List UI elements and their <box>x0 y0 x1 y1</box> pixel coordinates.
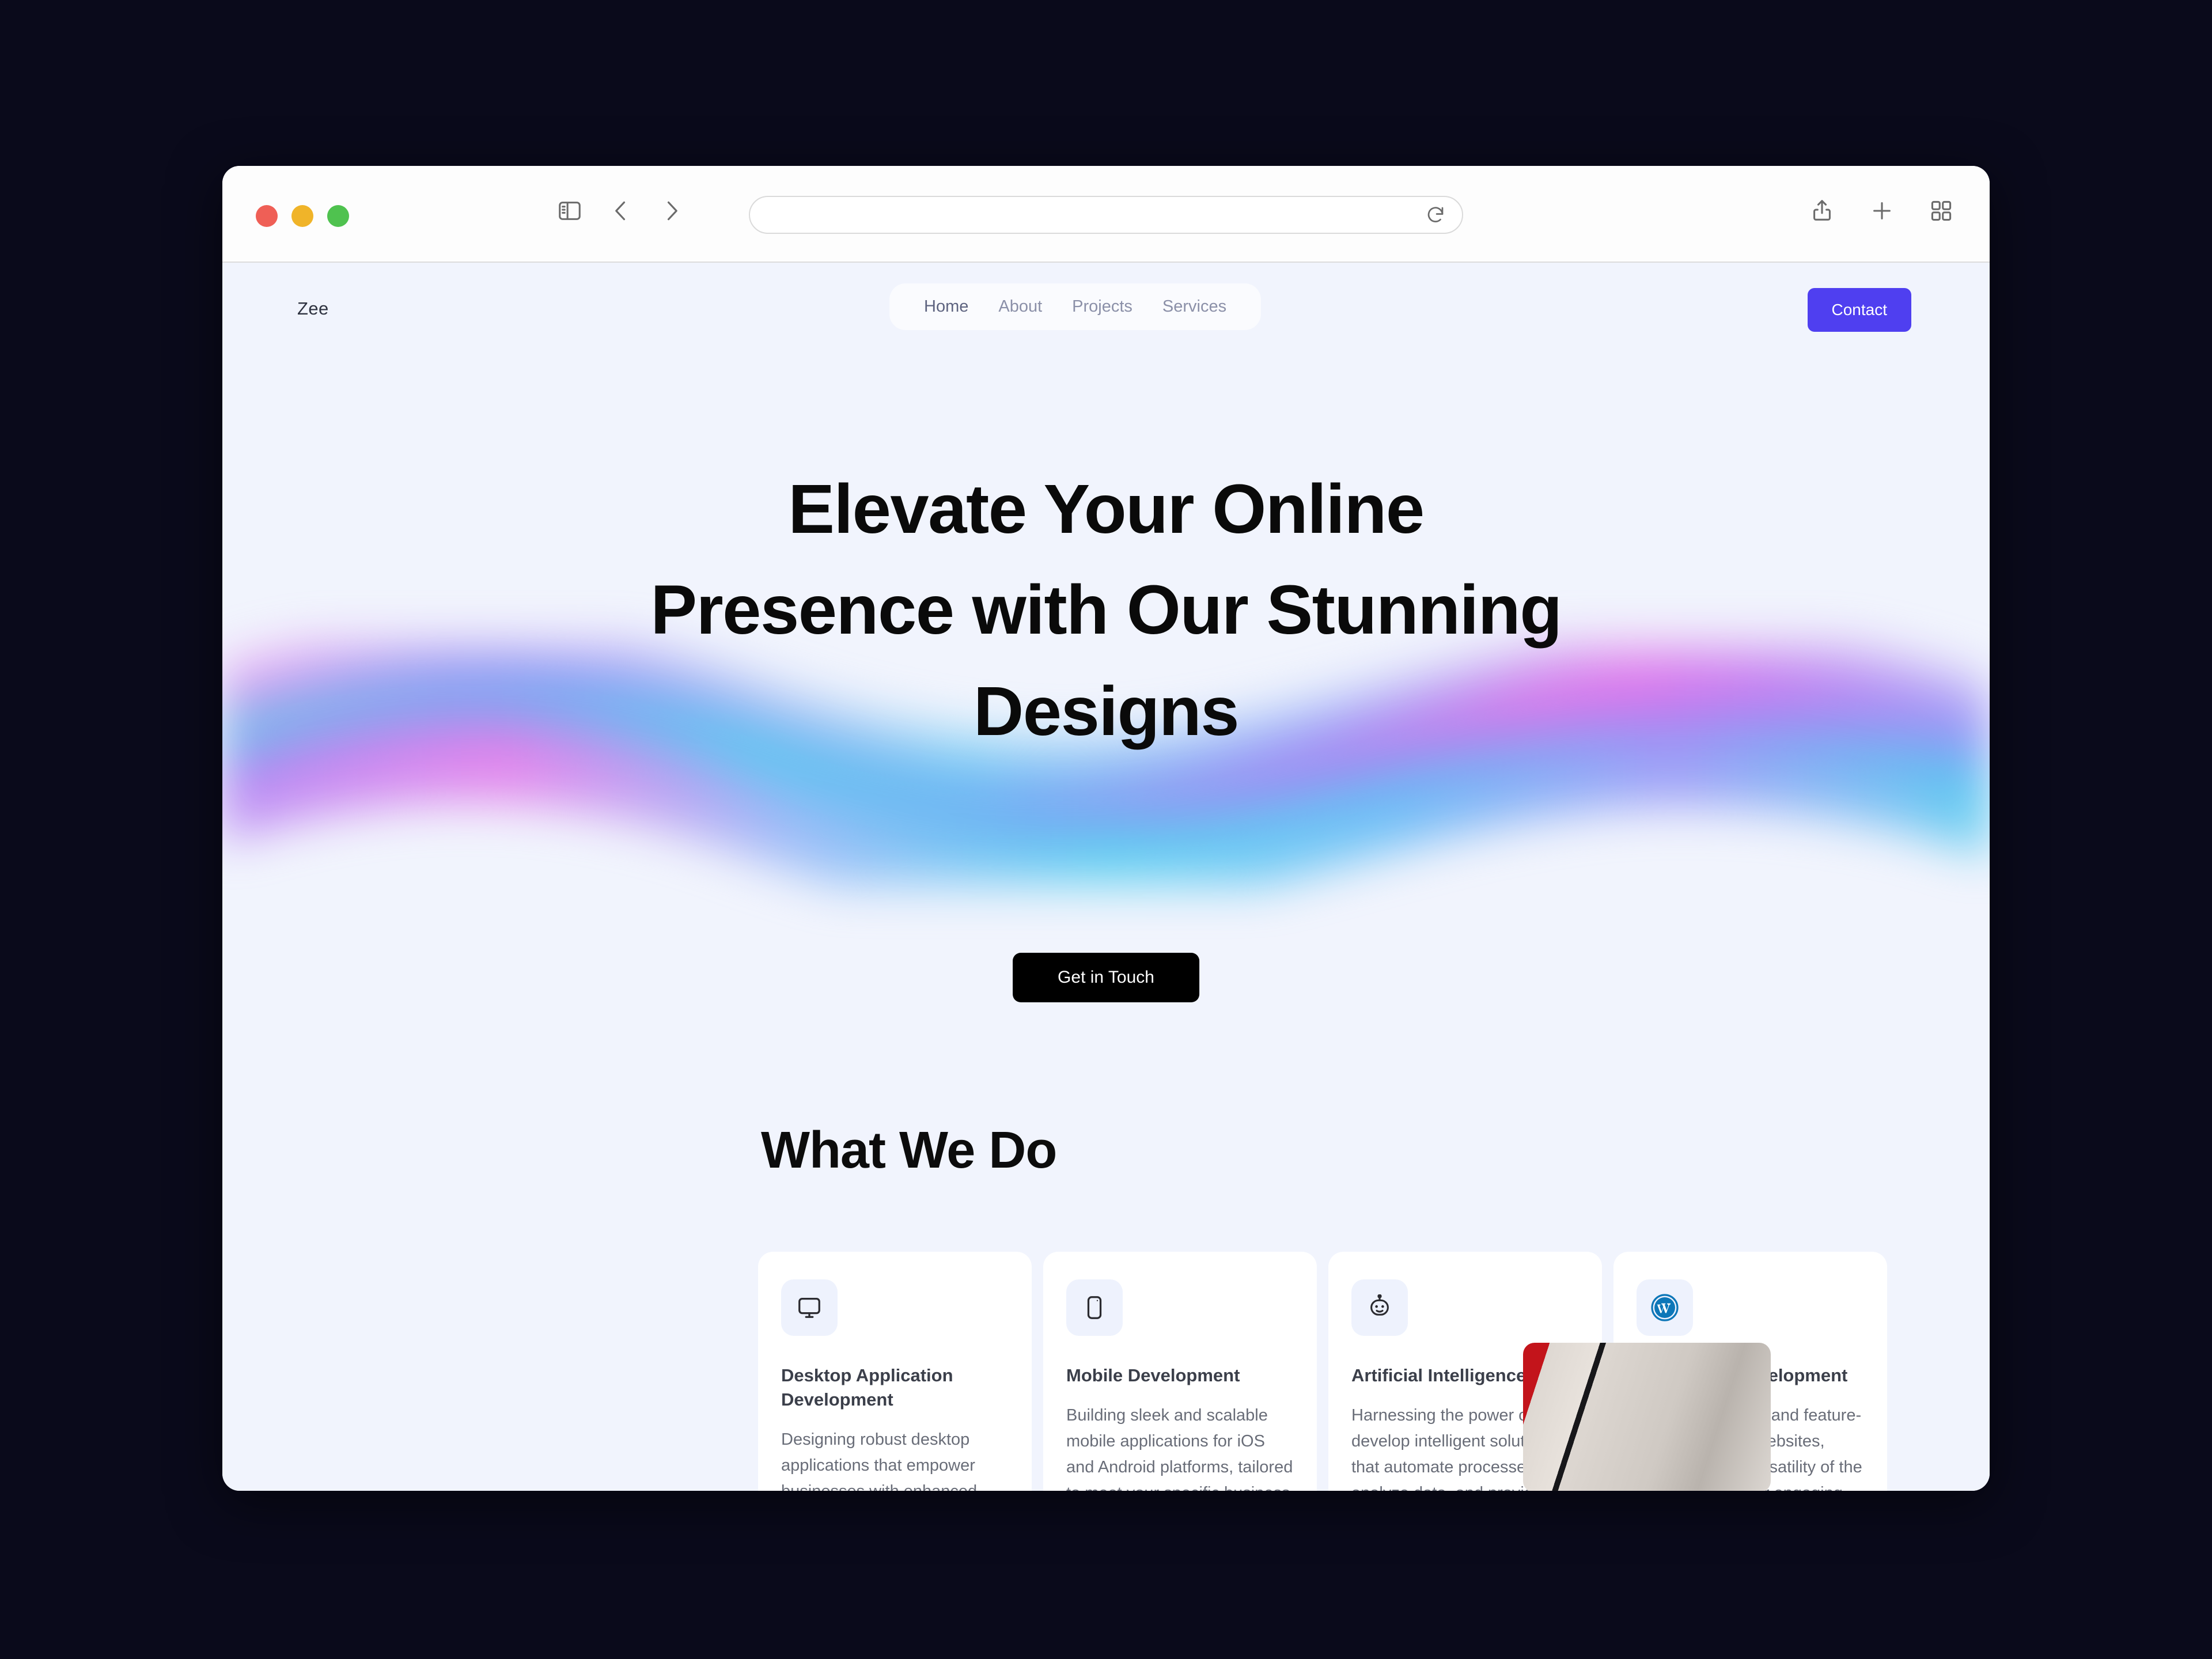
service-card-description: Building sleek and scalable mobile appli… <box>1066 1406 1293 1491</box>
forward-arrow-icon[interactable] <box>659 198 684 224</box>
chrome-navigation <box>556 198 684 224</box>
hero-title-line-1: Elevate Your Online <box>788 469 1425 548</box>
browser-window: Zee Home About Projects Services Contact <box>222 166 1990 1491</box>
plus-icon[interactable] <box>1869 198 1895 224</box>
minimize-window-button[interactable] <box>291 205 313 227</box>
address-bar[interactable] <box>749 196 1463 234</box>
maximize-window-button[interactable] <box>327 205 349 227</box>
mobile-icon <box>1066 1279 1123 1336</box>
chrome-toolbar-right <box>1809 198 1954 224</box>
nav-item-services[interactable]: Services <box>1147 297 1241 316</box>
contact-button[interactable]: Contact <box>1807 288 1911 332</box>
close-window-button[interactable] <box>256 205 278 227</box>
tab-overview-icon[interactable] <box>1929 198 1954 224</box>
back-arrow-icon[interactable] <box>608 198 634 224</box>
monitor-icon <box>781 1279 838 1336</box>
sidebar-icon[interactable] <box>556 198 583 224</box>
service-cards-area: Desktop Application Development Designin… <box>758 1252 1887 1491</box>
page-viewport: Zee Home About Projects Services Contact <box>222 263 1990 1491</box>
hero-title: Elevate Your Online Presence with Our St… <box>222 355 1990 762</box>
robot-icon <box>1351 1279 1408 1336</box>
traffic-lights <box>256 205 349 227</box>
service-card-description: Designing robust desktop applications th… <box>781 1430 977 1491</box>
hero-title-line-3: Designs <box>973 671 1240 750</box>
main-navigation: Home About Projects Services <box>889 283 1262 330</box>
site-header: Zee Home About Projects Services Contact <box>222 263 1990 355</box>
service-card-title: Desktop Application Development <box>781 1365 953 1410</box>
get-in-touch-button[interactable]: Get in Touch <box>1013 953 1199 1002</box>
services-section: What We Do Desktop Application Developme <box>222 1121 1990 1491</box>
project-thumbnail-image <box>1523 1343 1771 1491</box>
site-logo[interactable]: Zee <box>297 298 329 319</box>
nav-item-home[interactable]: Home <box>909 297 983 316</box>
reload-icon[interactable] <box>1425 204 1446 225</box>
service-card-title: Mobile Development <box>1066 1365 1240 1385</box>
hero-title-line-2: Presence with Our Stunning <box>650 570 1562 649</box>
nav-item-projects[interactable]: Projects <box>1057 297 1147 316</box>
section-title: What We Do <box>761 1122 1057 1179</box>
nav-item-about[interactable]: About <box>983 297 1057 316</box>
service-card[interactable]: Mobile Development Building sleek and sc… <box>1043 1252 1317 1491</box>
hero-section: Elevate Your Online Presence with Our St… <box>222 355 1990 1121</box>
wordpress-icon <box>1637 1279 1693 1336</box>
service-card[interactable]: Desktop Application Development Designin… <box>758 1252 1032 1491</box>
share-icon[interactable] <box>1809 198 1835 224</box>
